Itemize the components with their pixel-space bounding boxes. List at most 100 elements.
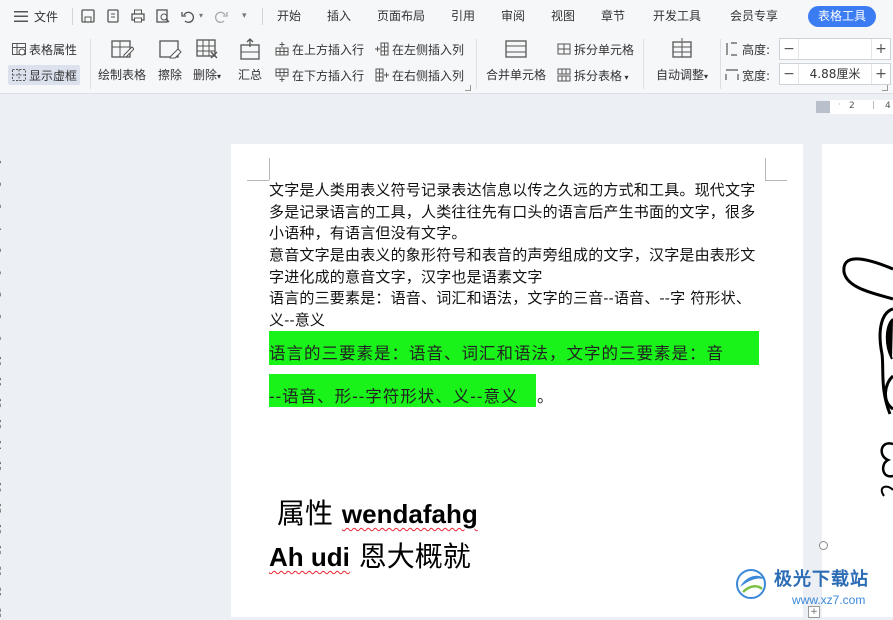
width-input[interactable]: 4.88厘米 (798, 64, 872, 84)
width-decrease-button[interactable]: − (780, 64, 798, 84)
ruler-mark: 12 (0, 398, 2, 409)
tab-table-tools[interactable]: 表格工具 (808, 6, 877, 27)
paragraph-3[interactable]: 语言的三要素是：语音、词汇和语法，文字的三音--语音、--字 符形状、义--意义 (269, 288, 765, 332)
highlighted-text-line-1[interactable]: 语言的三要素是：语音、词汇和语法，文字的三要素是：音 (269, 340, 724, 364)
ruler-mark: 2 (849, 101, 855, 111)
adjacent-page-image[interactable] (822, 144, 893, 617)
add-page-icon[interactable]: + (808, 606, 820, 618)
split-cells-button[interactable]: 拆分单元格 (556, 40, 634, 58)
table-properties-label: 表格属性 (29, 42, 78, 57)
divider (262, 8, 263, 25)
summary-button[interactable]: 汇总 (238, 37, 262, 83)
width-increase-button[interactable]: + (872, 64, 890, 84)
document-page[interactable]: 文字是人类用表义符号记录表达信息以传之久远的方式和工具。现代文字多是记录语言的工… (231, 144, 803, 617)
draw-table-button[interactable]: 绘制表格 (98, 37, 146, 83)
ruler-indent-marker[interactable] (816, 101, 830, 113)
tab-insert[interactable]: 插入 (327, 0, 351, 33)
ruler-mark: 10 (0, 356, 2, 367)
erase-label: 擦除 (158, 68, 183, 82)
width-stepper[interactable]: − 4.88厘米 + (779, 63, 891, 85)
period-mark: 。 (537, 387, 555, 406)
ruler-mark: 17 (0, 503, 2, 514)
insert-column-left-button[interactable]: 在左侧插入列 (374, 40, 464, 58)
divider (72, 8, 73, 25)
tab-references[interactable]: 引用 (451, 0, 475, 33)
split-table-button[interactable]: 拆分表格 ▾ (556, 66, 629, 84)
size-dialog-launcher-icon[interactable] (882, 85, 888, 91)
show-gridlines-label: 显示虚框 (29, 68, 78, 83)
ruler-mark: 7 (0, 292, 2, 297)
erase-button[interactable]: 擦除 (158, 37, 182, 83)
height-stepper[interactable]: − + (779, 38, 891, 60)
auto-fit-button[interactable]: 自动调整▾ (656, 37, 708, 83)
tab-page-layout[interactable]: 页面布局 (377, 0, 425, 33)
page-edge-handle-icon[interactable] (819, 541, 828, 550)
paragraph-1[interactable]: 文字是人类用表义符号记录表达信息以传之久远的方式和工具。现代文字多是记录语言的工… (269, 180, 765, 246)
insert-row-below-button[interactable]: 在下方插入行 (274, 66, 364, 84)
tab-developer[interactable]: 开发工具 (653, 0, 701, 33)
merge-cells-button[interactable]: 合并单元格 (486, 37, 546, 83)
ruler-mark: 13 (0, 419, 2, 430)
tab-chapter[interactable]: 章节 (601, 0, 625, 33)
crop-mark (247, 180, 269, 181)
tab-membership[interactable]: 会员专享 (730, 0, 778, 33)
auto-fit-icon (672, 38, 692, 58)
table-properties-button[interactable]: 表格属性 (11, 40, 77, 58)
insert-row-above-button[interactable]: 在上方插入行 (274, 40, 364, 58)
ruler-mark: 4 (0, 226, 2, 231)
ruler-mark: 3 (0, 204, 2, 209)
quick-access-more-icon[interactable]: ▾ (242, 11, 247, 21)
paragraph-2[interactable]: 意音文字是由表义的象形符号和表音的声旁组成的文字，汉字是由表形文字进化成的意音文… (269, 245, 765, 289)
divider (476, 39, 477, 89)
tab-review[interactable]: 审阅 (501, 0, 525, 33)
crop-mark (269, 158, 270, 180)
ruler-mark: 20 (0, 566, 2, 577)
redo-icon[interactable] (213, 8, 229, 24)
draw-table-label: 绘制表格 (98, 68, 147, 82)
ruler-mark: 16 (0, 482, 2, 493)
large-text-line-2[interactable]: Ah udi 恩大概就 (269, 535, 471, 575)
menu-bar: 文件 ▾ ▾ 开始 插入 页面布局 引用 审阅 视图 章节 开发工具 会员专享 … (0, 0, 893, 33)
export-pdf-icon[interactable] (105, 8, 121, 24)
print-icon[interactable] (130, 8, 146, 24)
undo-icon[interactable] (180, 8, 196, 24)
crop-mark (765, 158, 766, 180)
insert-column-right-button[interactable]: 在右侧插入列 (374, 66, 464, 84)
delete-button[interactable]: 删除▾ (193, 37, 221, 83)
height-input[interactable] (798, 39, 872, 59)
cartoon-drawing (842, 257, 893, 497)
split-table-icon (557, 68, 571, 82)
merge-cells-label: 合并单元格 (486, 68, 547, 82)
height-increase-button[interactable]: + (872, 39, 890, 59)
tab-view[interactable]: 视图 (551, 0, 575, 33)
file-menu[interactable]: 文件 (14, 0, 58, 33)
large-text-line-1[interactable]: 属性 wendafahg (277, 492, 478, 532)
split-table-label: 拆分表格 ▾ (574, 68, 629, 83)
insert-below-icon (275, 68, 289, 82)
tab-home[interactable]: 开始 (277, 0, 301, 33)
file-menu-label: 文件 (34, 10, 59, 24)
delete-table-icon (196, 39, 218, 59)
ruler-mark: 19 (0, 545, 2, 556)
divider (90, 39, 91, 89)
group-dialog-launcher-icon[interactable] (465, 85, 471, 91)
ruler-mark: 4 (885, 101, 891, 111)
column-width-icon (725, 69, 739, 80)
divider (643, 39, 644, 89)
column-width-control: 宽度: (724, 66, 770, 84)
ruler-mark: 9 (0, 336, 2, 341)
auto-fit-label: 自动调整▾ (656, 68, 709, 82)
print-preview-icon[interactable] (155, 8, 171, 24)
show-gridlines-button[interactable]: 显示虚框 (8, 65, 81, 85)
ruler-mark: 5 (0, 248, 2, 253)
delete-label: 删除▾ (193, 68, 222, 82)
save-icon[interactable] (80, 8, 96, 24)
ruler-mark: 18 (0, 524, 2, 535)
ruler-mark: 11 (0, 377, 2, 388)
highlighted-text-line-2[interactable]: --语音、形--字符形状、义--意义 (269, 383, 518, 407)
width-label: 宽度: (742, 68, 771, 83)
height-decrease-button[interactable]: − (780, 39, 798, 59)
ruler-mark: 8 (0, 314, 2, 319)
undo-dropdown-icon[interactable]: ▾ (199, 11, 203, 20)
ruler-mark: 6 (0, 270, 2, 275)
